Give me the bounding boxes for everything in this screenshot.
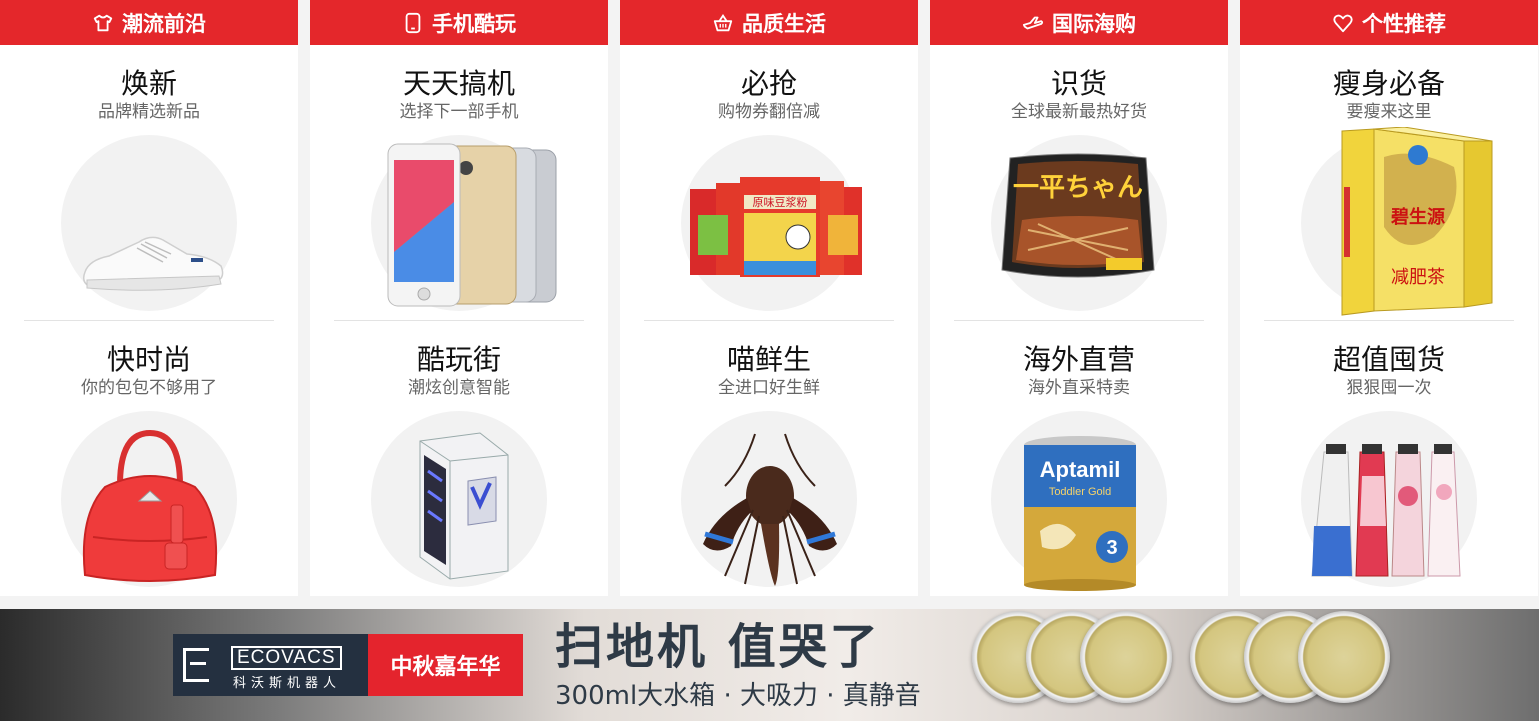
column-header[interactable]: 品质生活 <box>620 0 918 45</box>
tmall-festival-logo: 中秋嘉年华 <box>368 634 523 696</box>
phone-icon <box>405 12 421 33</box>
product-label: Aptamil <box>1040 457 1121 482</box>
column-header-label: 个性推荐 <box>1362 11 1446 36</box>
column-header[interactable]: 国际海购 <box>930 0 1228 45</box>
slimming-tea-box-image[interactable]: 碧生源 减肥茶 <box>1264 45 1514 320</box>
promo-card[interactable]: 焕新 品牌精选新品 <box>24 45 274 321</box>
ecovacs-logo: ECOVACS 科沃斯机器人 <box>173 634 368 696</box>
hand-cream-tubes-image[interactable] <box>1240 321 1538 596</box>
column-header[interactable]: 个性推荐 <box>1240 0 1538 45</box>
promo-card[interactable]: 喵鲜生 全进口好生鲜 <box>620 321 918 596</box>
column-header[interactable]: 手机酷玩 <box>310 0 608 45</box>
promo-card[interactable]: 识货 全球最新最热好货 一平ちゃん <box>954 45 1204 321</box>
promo-card[interactable]: 瘦身必备 要瘦来这里 碧生源 减肥茶 <box>1264 45 1514 321</box>
smartphones-image[interactable] <box>334 45 584 320</box>
ecovacs-mark-icon <box>183 648 209 682</box>
ecovacs-brand-cn: 科沃斯机器人 <box>233 676 342 691</box>
banner-headline: 扫地机 值哭了 <box>555 619 881 675</box>
heart-icon <box>1333 14 1353 32</box>
white-sneaker-image[interactable] <box>24 45 274 320</box>
column-header-label: 手机酷玩 <box>432 11 516 36</box>
plane-icon <box>1022 16 1044 29</box>
pc-case-image[interactable] <box>310 321 608 596</box>
red-handbag-image[interactable] <box>0 321 298 596</box>
aptamil-can-image[interactable]: Aptamil Toddler Gold 3 <box>930 321 1228 596</box>
category-columns: 潮流前沿 焕新 品牌精选新品 快时尚 你的包包不够用了 手机酷玩 天天搞机 选择… <box>0 0 1539 596</box>
banner-subline: 300ml大水箱 · 大吸力 · 真静音 <box>555 681 921 711</box>
column-header-label: 潮流前沿 <box>122 11 206 36</box>
product-label: 减肥茶 <box>1391 267 1445 288</box>
column-quality-life: 品质生活 必抢 购物券翻倍减 原味豆浆粉 喵鲜生 全进口好生鲜 <box>620 0 918 596</box>
column-header-label: 品质生活 <box>742 11 826 36</box>
instant-noodle-box-image[interactable]: 一平ちゃん <box>954 45 1204 320</box>
product-label: 3 <box>1106 537 1117 559</box>
product-label: Toddler Gold <box>1049 486 1111 498</box>
ecovacs-brand-name: ECOVACS <box>231 646 342 670</box>
product-label: 一平ちゃん <box>1013 173 1143 203</box>
column-header[interactable]: 潮流前沿 <box>0 0 298 45</box>
ecovacs-banner[interactable]: ECOVACS 科沃斯机器人 中秋嘉年华 扫地机 值哭了 300ml大水箱 · … <box>0 609 1539 721</box>
column-header-label: 国际海购 <box>1052 11 1136 36</box>
promo-card[interactable]: 超值囤货 狠狠囤一次 <box>1240 321 1538 596</box>
column-phones: 手机酷玩 天天搞机 选择下一部手机 酷玩街 潮炫创意智能 <box>310 0 608 596</box>
robot-vacuum-image <box>1080 611 1172 703</box>
product-label: 碧生源 <box>1390 206 1445 228</box>
column-recommendations: 个性推荐 瘦身必备 要瘦来这里 碧生源 减肥茶 超值囤货 狠狠囤一次 <box>1240 0 1538 596</box>
soy-milk-powder-bags-image[interactable]: 原味豆浆粉 <box>644 45 894 320</box>
tmall-festival-text: 中秋嘉年华 <box>390 655 501 680</box>
promo-card[interactable]: 必抢 购物券翻倍减 原味豆浆粉 <box>644 45 894 321</box>
promo-card[interactable]: 海外直营 海外直采特卖 Aptamil Toddler Gold 3 <box>930 321 1228 596</box>
robot-vacuum-image <box>1298 611 1390 703</box>
basket-icon <box>713 13 733 31</box>
promo-card[interactable]: 快时尚 你的包包不够用了 <box>0 321 298 596</box>
promo-card[interactable]: 天天搞机 选择下一部手机 <box>334 45 584 321</box>
lobster-image[interactable] <box>620 321 918 596</box>
tshirt-icon <box>93 14 113 31</box>
column-fashion: 潮流前沿 焕新 品牌精选新品 快时尚 你的包包不够用了 <box>0 0 298 596</box>
column-global-shopping: 国际海购 识货 全球最新最热好货 一平ちゃん 海外直营 海外直采特卖 Aptam… <box>930 0 1228 596</box>
product-label: 原味豆浆粉 <box>753 195 808 209</box>
promo-card[interactable]: 酷玩街 潮炫创意智能 <box>310 321 608 596</box>
